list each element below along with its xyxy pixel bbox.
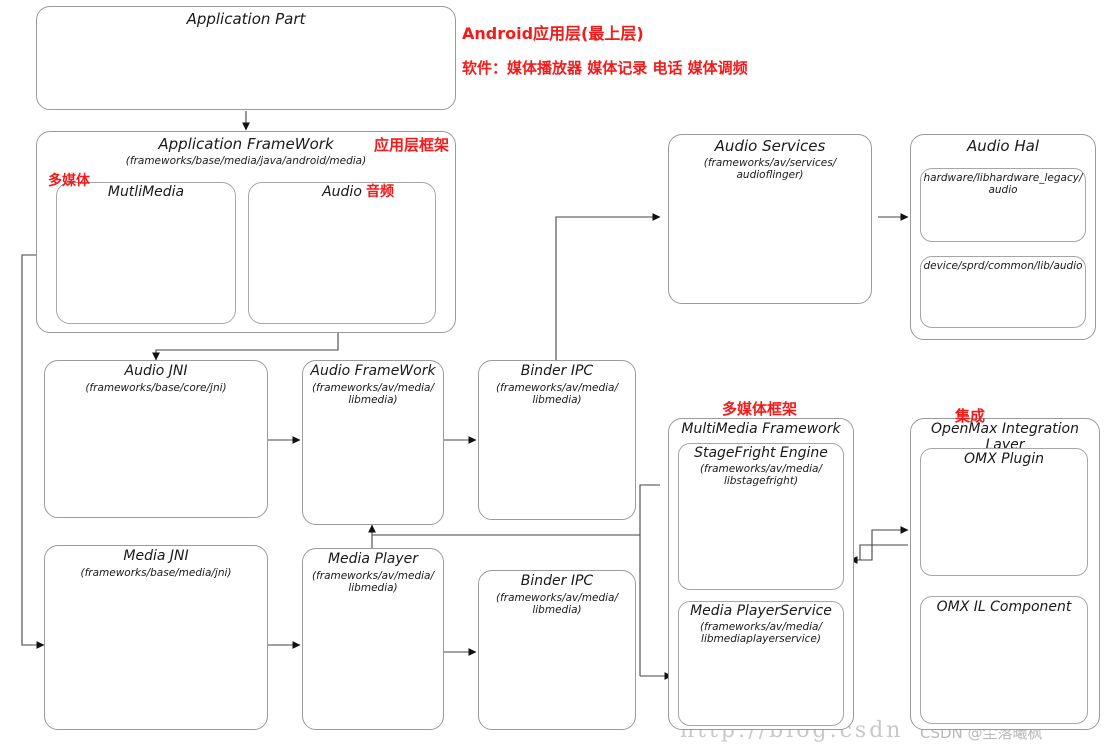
media-player-service-path-2: libmediaplayerservice) <box>701 632 821 645</box>
omx-il-component-title: OMX IL Component <box>936 599 1072 615</box>
diagram-canvas: http://blog.csdn CSDN @尘落曦枫 Application … <box>0 0 1110 748</box>
audio-services-path-2: audioflinger) <box>736 168 804 181</box>
stagefright-path-2: libstagefright) <box>723 474 799 487</box>
application-framework-path: (frameworks/base/media/java/android/medi… <box>125 154 367 167</box>
omx-plugin-box: OMX Plugin <box>920 448 1088 576</box>
binder-ipc-audio-path-1: (frameworks/av/media/ <box>495 381 619 394</box>
audio-hal-device-group: device/sprd/common/lib/audio <box>920 256 1086 328</box>
stagefright-title: StageFright Engine <box>694 445 828 461</box>
media-player-service-path-1: (frameworks/av/media/ <box>699 620 823 633</box>
audio-framework-box: Audio FrameWork (frameworks/av/media/ li… <box>302 360 444 525</box>
media-player-path-1: (frameworks/av/media/ <box>311 569 435 582</box>
annotation-audio: 音频 <box>366 184 394 200</box>
multimedia-box: MutliMedia <box>56 182 236 324</box>
annotation-multimedia: 多媒体 <box>48 173 90 189</box>
media-jni-box: Media JNI (frameworks/base/media/jni) <box>44 545 268 730</box>
audio-jni-box: Audio JNI (frameworks/base/core/jni) <box>44 360 268 518</box>
audio-hal-legacy-group: hardware/libhardware_legacy/ audio <box>920 168 1086 242</box>
omx-il-component-box: OMX IL Component <box>920 596 1088 724</box>
media-player-path-2: libmedia) <box>348 581 398 594</box>
audio-jni-title: Audio JNI <box>124 363 188 379</box>
binder-ipc-media-path-2: libmedia) <box>532 603 582 616</box>
binder-ipc-audio-title: Binder IPC <box>520 363 594 379</box>
annotation-software-list: 软件：媒体播放器 媒体记录 电话 媒体调频 <box>462 59 748 77</box>
media-player-title: Media Player <box>327 551 419 567</box>
binder-ipc-audio-box: Binder IPC (frameworks/av/media/ libmedi… <box>478 360 636 520</box>
binder-ipc-media-path-1: (frameworks/av/media/ <box>495 591 619 604</box>
media-jni-title: Media JNI <box>123 548 189 564</box>
media-player-service-title: Media PlayerService <box>690 603 832 619</box>
application-part-title: Application Part <box>186 10 306 28</box>
annotation-app-framework: 应用层框架 <box>374 136 450 154</box>
annotation-integration: 集成 <box>955 407 986 425</box>
audio-hal-legacy-path-2: audio <box>988 184 1018 197</box>
audio-services-title: Audio Services <box>714 137 826 155</box>
audio-framework-title: Audio FrameWork <box>310 363 436 379</box>
audio-hal-device-path-1: device/sprd/common/lib/audio <box>923 260 1083 272</box>
annotation-android-app-layer: Android应用层(最上层) <box>462 24 644 43</box>
audio-box: Audio <box>248 182 436 324</box>
audio-jni-path: (frameworks/base/core/jni) <box>85 381 227 394</box>
binder-ipc-media-box: Binder IPC (frameworks/av/media/ libmedi… <box>478 570 636 730</box>
media-player-box: Media Player (frameworks/av/media/ libme… <box>302 548 444 730</box>
audio-services-path-1: (frameworks/av/services/ <box>703 156 837 169</box>
stagefright-path-1: (frameworks/av/media/ <box>699 462 823 475</box>
stagefright-box: StageFright Engine (frameworks/av/media/… <box>678 443 844 590</box>
media-player-service-box: Media PlayerService (frameworks/av/media… <box>678 601 844 726</box>
binder-ipc-media-title: Binder IPC <box>520 573 594 589</box>
omx-plugin-title: OMX Plugin <box>964 451 1044 467</box>
audio-title: Audio <box>322 184 362 200</box>
multimedia-framework-title: MultiMedia Framework <box>681 421 841 437</box>
media-jni-path: (frameworks/base/media/jni) <box>80 566 232 579</box>
audio-hal-title: Audio Hal <box>966 137 1040 155</box>
audio-framework-path-1: (frameworks/av/media/ <box>311 381 435 394</box>
application-part-box: Application Part <box>36 6 456 110</box>
audio-hal-legacy-path-1: hardware/libhardware_legacy/ <box>923 172 1083 184</box>
audio-services-box: Audio Services (frameworks/av/services/ … <box>668 134 872 304</box>
audio-framework-path-2: libmedia) <box>348 393 398 406</box>
annotation-multimedia-framework: 多媒体框架 <box>722 400 798 418</box>
binder-ipc-audio-path-2: libmedia) <box>532 393 582 406</box>
